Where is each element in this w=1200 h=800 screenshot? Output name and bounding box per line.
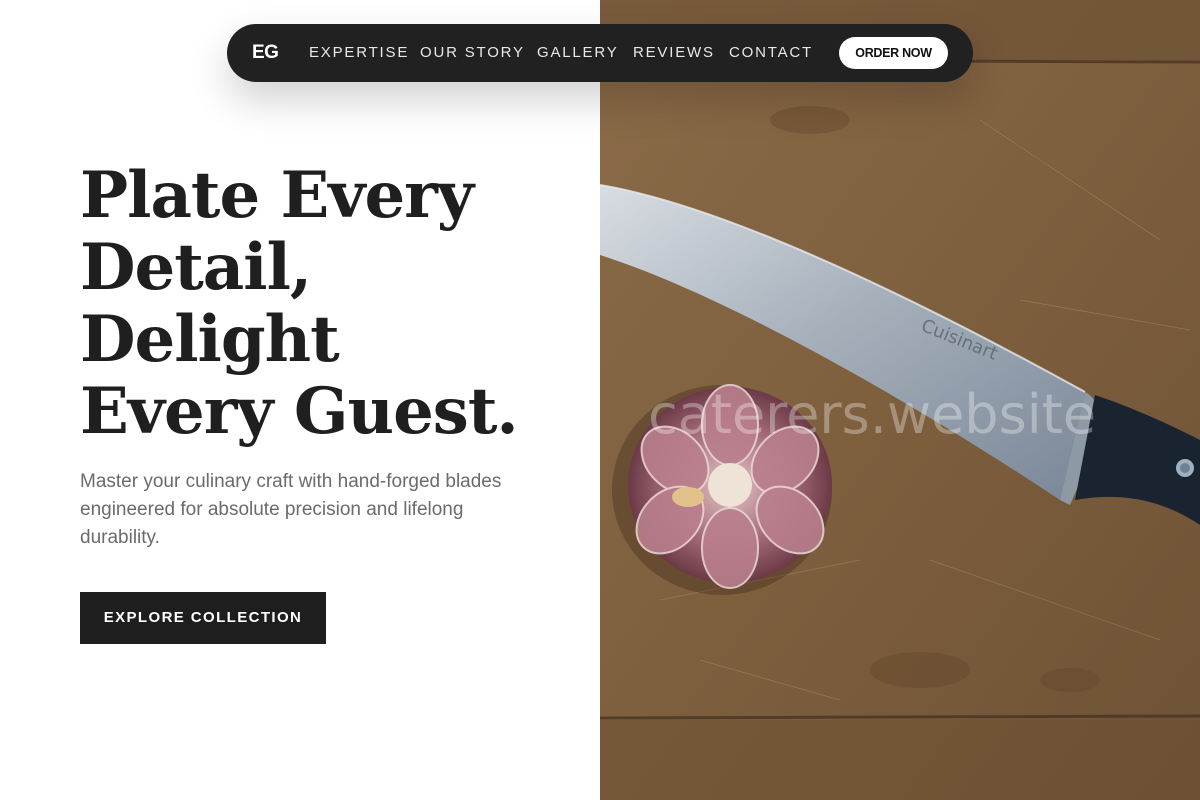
nav-link-gallery[interactable]: GALLERY [537,24,619,82]
hero-title: Plate Every Detail, Delight Every Guest. [80,160,580,448]
hero-title-line: Delight [80,302,340,377]
hero-title-line: Every Guest. [80,374,519,449]
hero-subtitle: Master your culinary craft with hand-for… [80,471,502,548]
top-nav: EG EXPERTISE OUR STORY GALLERY REVIEWS C… [227,24,973,82]
hero-title-line: Detail, [80,230,312,305]
explore-collection-button[interactable]: EXPLORE COLLECTION [80,592,326,644]
nav-link-contact[interactable]: CONTACT [729,24,813,82]
logo[interactable]: EG [252,24,279,82]
nav-link-reviews[interactable]: REVIEWS [633,24,715,82]
landing-page: Plate Every Detail, Delight Every Guest.… [0,0,1200,800]
nav-link-expertise[interactable]: EXPERTISE [309,24,409,82]
hero-text-panel: Plate Every Detail, Delight Every Guest.… [0,0,600,800]
nav-link-our-story[interactable]: OUR STORY [420,24,525,82]
order-now-button[interactable]: ORDER NOW [839,37,948,69]
photo-illustration: Cuisinart [600,0,1200,800]
hero-title-line: Plate Every [80,158,474,233]
hero-photo-knife-garlic: Cuisinart caterers.website [600,0,1200,800]
